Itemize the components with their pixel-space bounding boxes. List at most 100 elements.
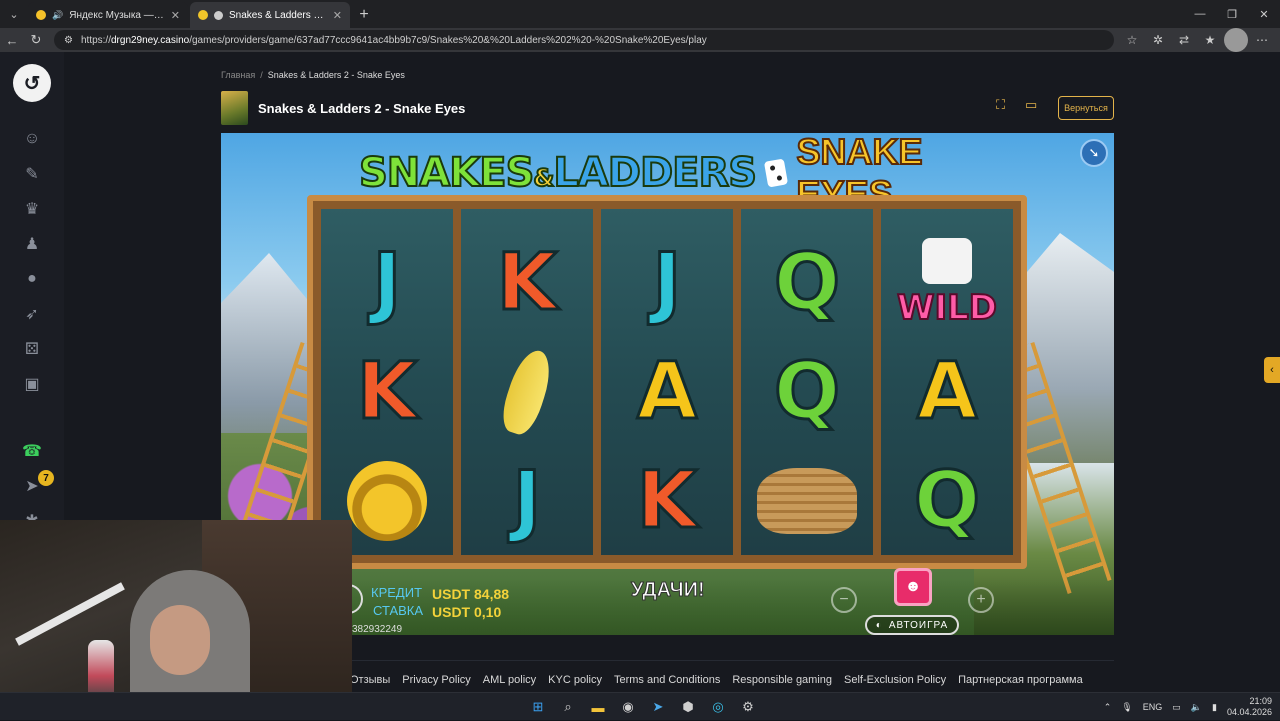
clock[interactable]: 21:09 04.04.2026 — [1227, 696, 1272, 718]
window-controls: — ❐ ✕ — [1184, 0, 1280, 28]
symbol-j: J — [511, 454, 543, 547]
snake-shape — [347, 460, 427, 541]
footer-link[interactable]: Отзывы — [350, 674, 390, 686]
profile-icon[interactable] — [1224, 28, 1248, 52]
edge-icon[interactable]: ◎ — [706, 695, 730, 719]
tab-snakes-ladders[interactable]: Snakes & Ladders 2 - Snake E ✕ — [190, 2, 350, 28]
symbol-q: Q — [912, 454, 981, 547]
reels: J K K J J A K Q Q WILD A Q — [321, 209, 1013, 555]
back-button[interactable]: Вернуться — [1058, 96, 1114, 120]
reel: WILD A Q — [881, 209, 1013, 555]
steam-icon[interactable]: ◉ — [616, 695, 640, 719]
page-title: Snakes & Ladders 2 - Snake Eyes — [258, 100, 466, 116]
symbol-q: Q — [772, 345, 841, 438]
reload-icon[interactable]: ↻ — [24, 28, 48, 52]
status-icon — [214, 10, 223, 20]
game-header: Snakes & Ladders 2 - Snake Eyes — [221, 91, 465, 125]
sidebar-cup-icon[interactable]: ♛ — [20, 197, 44, 221]
decrease-bet-button[interactable]: − — [831, 587, 857, 613]
menu-icon[interactable]: ⋯ — [1250, 28, 1274, 52]
translate-icon[interactable]: ⇄ — [1172, 28, 1196, 52]
search-icon[interactable]: ⌕ — [556, 695, 580, 719]
logo-snakes-ladders: SNAKES&LADDERS — [358, 149, 758, 197]
app-icon[interactable]: ⬢ — [676, 695, 700, 719]
breadcrumb-separator: / — [260, 70, 263, 80]
game-menu-icon[interactable]: ➘ — [1080, 139, 1108, 167]
telegram-icon[interactable]: ➤ — [646, 695, 670, 719]
dice-icon — [922, 238, 972, 285]
microphone-icon[interactable]: 🎙 — [1121, 702, 1132, 713]
language-indicator[interactable]: ENG — [1143, 702, 1163, 712]
network-icon[interactable]: ▭ — [1172, 702, 1181, 713]
clock-time: 21:09 — [1249, 696, 1272, 706]
game-frame[interactable]: SNAKES&LADDERS SNAKE EYES ➘ J K K J J A K Q Q WIL… — [221, 133, 1114, 635]
close-tab-icon[interactable]: ✕ — [171, 9, 180, 22]
tab-search-icon[interactable]: ⌄ — [0, 0, 28, 28]
close-tab-icon[interactable]: ✕ — [333, 9, 342, 22]
fullscreen-icon[interactable]: ⛶ — [996, 97, 1005, 113]
sidebar-slot-icon[interactable]: ▣ — [20, 372, 44, 396]
sidebar-dice-icon[interactable]: ⚄ — [20, 337, 44, 361]
file-explorer-icon[interactable]: ▬ — [586, 695, 610, 719]
banana-shape — [496, 345, 558, 439]
symbol-j: J — [651, 237, 683, 330]
symbol-a: A — [915, 345, 978, 438]
favorites-icon[interactable]: ★ — [1198, 28, 1222, 52]
sidebar-rocket-icon[interactable]: ➶ — [20, 302, 44, 326]
footer-link[interactable]: Terms and Conditions — [614, 674, 720, 686]
obs-icon[interactable]: ⚙ — [736, 695, 760, 719]
yandex-favicon-icon — [36, 10, 46, 20]
url-text: https://drgn29ney.casino/games/providers… — [80, 34, 707, 46]
minimize-icon[interactable]: — — [1184, 0, 1216, 28]
reel: JAK — [601, 209, 733, 555]
increase-bet-button[interactable]: + — [968, 587, 994, 613]
back-icon[interactable]: ← — [0, 28, 24, 52]
close-window-icon[interactable]: ✕ — [1248, 0, 1280, 28]
casino-logo-icon[interactable]: ↺ — [13, 64, 51, 102]
url-field[interactable]: ⚙ https://drgn29ney.casino/games/provide… — [54, 30, 1114, 50]
status-message: УДАЧИ! — [631, 579, 706, 602]
footer-link[interactable]: KYC policy — [548, 674, 602, 686]
site-info-icon[interactable]: ⚙ — [64, 35, 73, 46]
volume-icon[interactable]: 🔈 — [1191, 702, 1202, 713]
stake-value: USDT 0,10 — [432, 604, 502, 620]
browser-tab-bar: ⌄ 🔊 Яндекс Музыка — собирае ✕ Snakes & L… — [0, 0, 1280, 28]
symbol-q: Q — [772, 237, 841, 330]
tab-yandex-music[interactable]: 🔊 Яндекс Музыка — собирае ✕ — [28, 2, 188, 28]
credit-label: КРЕДИТ — [371, 585, 423, 600]
sidebar-promo-icon[interactable]: ☺ — [20, 127, 44, 151]
reel: JK — [321, 209, 453, 555]
start-icon[interactable]: ⊞ — [526, 695, 550, 719]
footer-link[interactable]: Партнерская программа — [958, 674, 1083, 686]
symbol-wild: WILD — [892, 229, 1002, 337]
sidebar-tournaments-icon[interactable]: ✎ — [20, 162, 44, 186]
footer-link[interactable]: AML policy — [483, 674, 536, 686]
banana-icon — [472, 338, 582, 446]
new-tab-button[interactable]: + — [352, 2, 376, 28]
autoplay-button[interactable]: ◐ АВТОИГРА — [865, 615, 959, 635]
webcam-overlay — [0, 520, 352, 720]
theatre-mode-icon[interactable]: ▭ — [1025, 97, 1037, 113]
tray-chevron-icon[interactable]: ⌃ — [1104, 702, 1112, 713]
sidebar-support-icon[interactable]: ☎ — [20, 439, 44, 463]
breadcrumb-home[interactable]: Главная — [221, 70, 255, 80]
bookmark-star-icon[interactable]: ☆ — [1120, 28, 1144, 52]
restore-icon[interactable]: ❐ — [1216, 0, 1248, 28]
windows-taskbar: ⊞ ⌕ ▬ ◉ ➤ ⬢ ◎ ⚙ ⌃ 🎙 ENG ▭ 🔈 ▮ 21:09 04.0… — [0, 692, 1280, 720]
footer-divider — [350, 660, 1114, 661]
footer-link[interactable]: Privacy Policy — [402, 674, 470, 686]
reel: QQ — [741, 209, 873, 555]
extensions-icon[interactable]: ✲ — [1146, 28, 1170, 52]
reel: KJ — [461, 209, 593, 555]
side-panel-toggle[interactable]: ‹ — [1264, 357, 1280, 383]
spin-button[interactable]: ☻ — [894, 568, 932, 606]
sidebar-live-dealer-icon[interactable]: ♟ — [20, 232, 44, 256]
battery-icon[interactable]: ▮ — [1212, 702, 1217, 713]
sidebar-popular-icon[interactable]: ● — [20, 267, 44, 291]
footer-link[interactable]: Responsible gaming — [732, 674, 832, 686]
streamer-face — [150, 605, 210, 675]
credit-value: USDT 84,88 — [432, 586, 510, 602]
round-id: 382932249 — [352, 624, 403, 635]
symbol-k: K — [495, 237, 558, 330]
footer-link[interactable]: Self-Exclusion Policy — [844, 674, 946, 686]
